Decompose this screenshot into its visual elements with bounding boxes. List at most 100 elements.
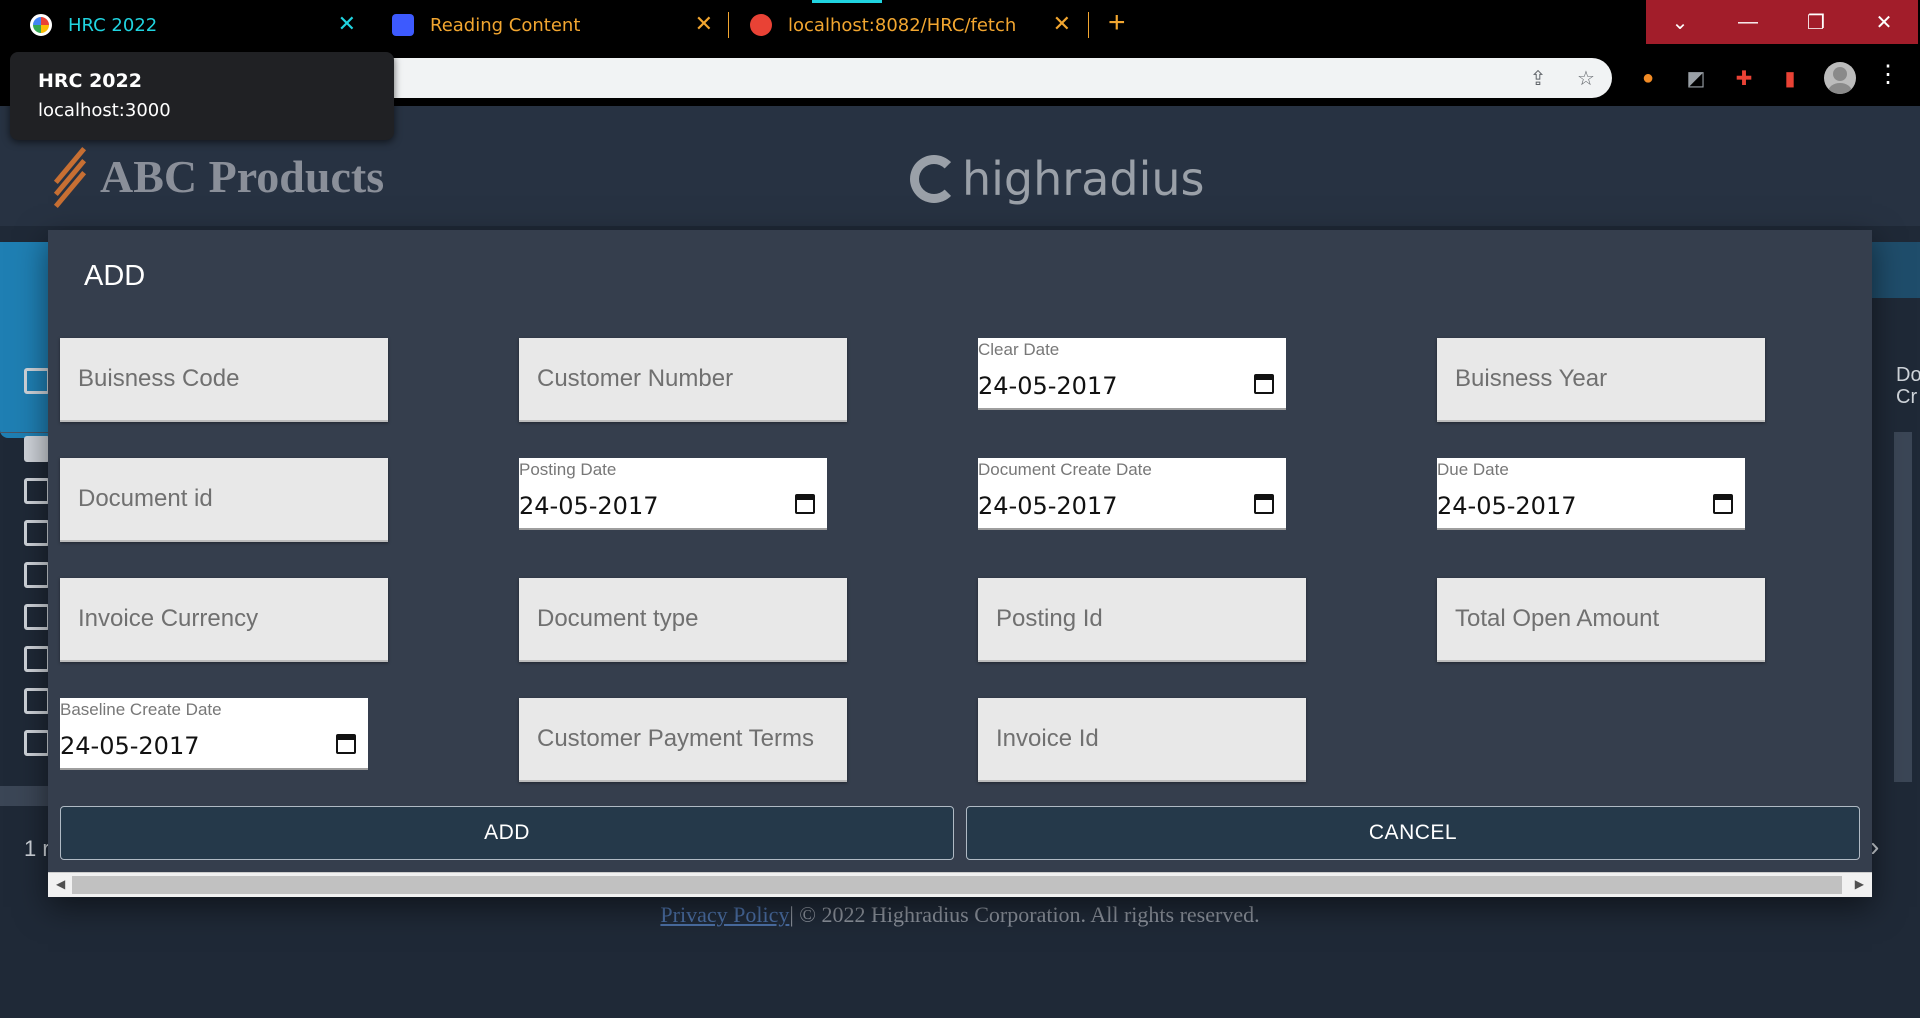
- customer-payment-terms-input[interactable]: [519, 698, 847, 780]
- table-row-divider: [0, 432, 52, 433]
- dialog-horizontal-scrollbar[interactable]: ◀ ▶: [48, 872, 1872, 897]
- privacy-policy-link[interactable]: Privacy Policy: [660, 902, 789, 927]
- page-footer: Privacy Policy| © 2022 Highradius Corpor…: [0, 902, 1920, 928]
- document-create-date-field[interactable]: Document Create Date 24-05-2017: [978, 458, 1286, 530]
- share-icon[interactable]: ⇪: [1526, 66, 1550, 90]
- posting-id-input[interactable]: [978, 578, 1306, 660]
- background-panel: [0, 242, 52, 438]
- column-header-label: Do Cr: [1896, 364, 1920, 408]
- extension-square-icon[interactable]: ◩: [1684, 66, 1708, 90]
- window-close-icon[interactable]: ✕: [1850, 0, 1918, 44]
- calendar-icon[interactable]: [336, 734, 356, 754]
- business-code-input[interactable]: [60, 338, 388, 420]
- clear-date-field[interactable]: Clear Date 24-05-2017: [978, 338, 1286, 410]
- address-bar[interactable]: ⇪ ☆: [300, 58, 1612, 98]
- highradius-mark-icon: [910, 155, 958, 203]
- posting-id-field[interactable]: [978, 578, 1306, 662]
- document-id-field[interactable]: [60, 458, 388, 542]
- calendar-icon[interactable]: [1254, 494, 1274, 514]
- clear-date-label: Clear Date: [978, 340, 1060, 359]
- globe-favicon-icon: [750, 14, 772, 36]
- tab-strip: HRC 2022 ✕ Reading Content ✕ localhost:8…: [0, 0, 1920, 50]
- tab-separator: [728, 12, 729, 38]
- row-checkbox[interactable]: [24, 520, 50, 546]
- document-type-field[interactable]: [519, 578, 847, 662]
- row-checkbox[interactable]: [24, 478, 50, 504]
- table-vertical-scrollbar[interactable]: [1894, 432, 1912, 782]
- tooltip-title: HRC 2022: [38, 70, 142, 92]
- add-invoice-dialog: ADD Clear Date 24-05-2017 Posting Date 2…: [48, 230, 1872, 897]
- posting-date-label: Posting Date: [519, 460, 617, 479]
- due-date-field[interactable]: Due Date 24-05-2017: [1437, 458, 1745, 530]
- business-year-field[interactable]: [1437, 338, 1765, 422]
- close-icon[interactable]: ✕: [338, 12, 356, 37]
- row-checkbox[interactable]: [24, 688, 50, 714]
- scroll-left-arrow-icon[interactable]: ◀: [56, 877, 65, 891]
- close-icon[interactable]: ✕: [695, 12, 713, 37]
- brand-name: ABC Products: [100, 151, 385, 202]
- tab-localhost-fetch[interactable]: localhost:8082/HRC/fetch ✕: [730, 0, 1085, 50]
- due-date-label: Due Date: [1437, 460, 1509, 479]
- row-checkbox-checked[interactable]: [24, 436, 50, 462]
- tab-separator: [1088, 12, 1089, 38]
- tab-title: localhost:8082/HRC/fetch: [788, 14, 1017, 36]
- business-year-input[interactable]: [1437, 338, 1765, 420]
- posting-date-value[interactable]: 24-05-2017: [519, 492, 658, 520]
- customer-number-field[interactable]: [519, 338, 847, 422]
- document-type-input[interactable]: [519, 578, 847, 660]
- extensions-puzzle-icon[interactable]: ✚: [1732, 66, 1756, 90]
- abc-logo-mark-icon: [48, 146, 92, 208]
- total-open-amount-input[interactable]: [1437, 578, 1765, 660]
- restore-icon[interactable]: ❐: [1782, 0, 1850, 44]
- tab-reading-content[interactable]: Reading Content ✕: [372, 0, 727, 50]
- minimize-icon[interactable]: —: [1714, 0, 1782, 44]
- cancel-button[interactable]: CANCEL: [966, 806, 1860, 860]
- invoice-id-field[interactable]: [978, 698, 1306, 782]
- add-button[interactable]: ADD: [60, 806, 954, 860]
- scrollbar-thumb[interactable]: [72, 876, 1842, 894]
- reading-favicon-icon: [392, 14, 414, 36]
- tab-loading-indicator: [812, 0, 882, 3]
- highradius-logo: highradius: [910, 152, 1205, 206]
- posting-date-field[interactable]: Posting Date 24-05-2017: [519, 458, 827, 530]
- baseline-create-date-label: Baseline Create Date: [60, 700, 222, 719]
- calendar-icon[interactable]: [1713, 494, 1733, 514]
- row-checkbox[interactable]: [24, 562, 50, 588]
- invoice-id-input[interactable]: [978, 698, 1306, 780]
- hrc-favicon-icon: [30, 14, 52, 36]
- customer-number-input[interactable]: [519, 338, 847, 420]
- total-open-amount-field[interactable]: [1437, 578, 1765, 662]
- tab-title: HRC 2022: [68, 14, 158, 36]
- business-code-field[interactable]: [60, 338, 388, 422]
- copyright-text: | © 2022 Highradius Corporation. All rig…: [789, 902, 1260, 927]
- tab-hrc-2022[interactable]: HRC 2022 ✕: [10, 0, 370, 50]
- document-id-input[interactable]: [60, 458, 388, 540]
- tooltip-url: localhost:3000: [38, 100, 171, 121]
- tab-search-chevron-icon[interactable]: ⌄: [1646, 0, 1714, 44]
- tab-title: Reading Content: [430, 14, 581, 36]
- baseline-create-date-value[interactable]: 24-05-2017: [60, 732, 199, 760]
- star-icon[interactable]: ☆: [1574, 66, 1598, 90]
- calendar-icon[interactable]: [795, 494, 815, 514]
- clear-date-value[interactable]: 24-05-2017: [978, 372, 1117, 400]
- new-tab-plus-icon[interactable]: +: [1108, 6, 1126, 40]
- customer-payment-terms-field[interactable]: [519, 698, 847, 782]
- table-scrollbar[interactable]: [0, 786, 48, 806]
- baseline-create-date-field[interactable]: Baseline Create Date 24-05-2017: [60, 698, 368, 770]
- scroll-right-arrow-icon[interactable]: ▶: [1855, 877, 1864, 891]
- row-checkbox[interactable]: [24, 604, 50, 630]
- document-create-date-label: Document Create Date: [978, 460, 1152, 479]
- profile-avatar[interactable]: [1824, 62, 1856, 94]
- close-icon[interactable]: ✕: [1053, 12, 1071, 37]
- invoice-currency-input[interactable]: [60, 578, 388, 660]
- invoice-currency-field[interactable]: [60, 578, 388, 662]
- row-checkbox[interactable]: [24, 646, 50, 672]
- side-panel-icon[interactable]: ▮: [1778, 66, 1802, 90]
- select-all-checkbox[interactable]: [24, 368, 50, 394]
- due-date-value[interactable]: 24-05-2017: [1437, 492, 1576, 520]
- extension-fire-icon[interactable]: ●: [1636, 66, 1660, 90]
- more-menu-icon[interactable]: ⋮: [1876, 60, 1900, 89]
- document-create-date-value[interactable]: 24-05-2017: [978, 492, 1117, 520]
- calendar-icon[interactable]: [1254, 374, 1274, 394]
- row-checkbox[interactable]: [24, 730, 50, 756]
